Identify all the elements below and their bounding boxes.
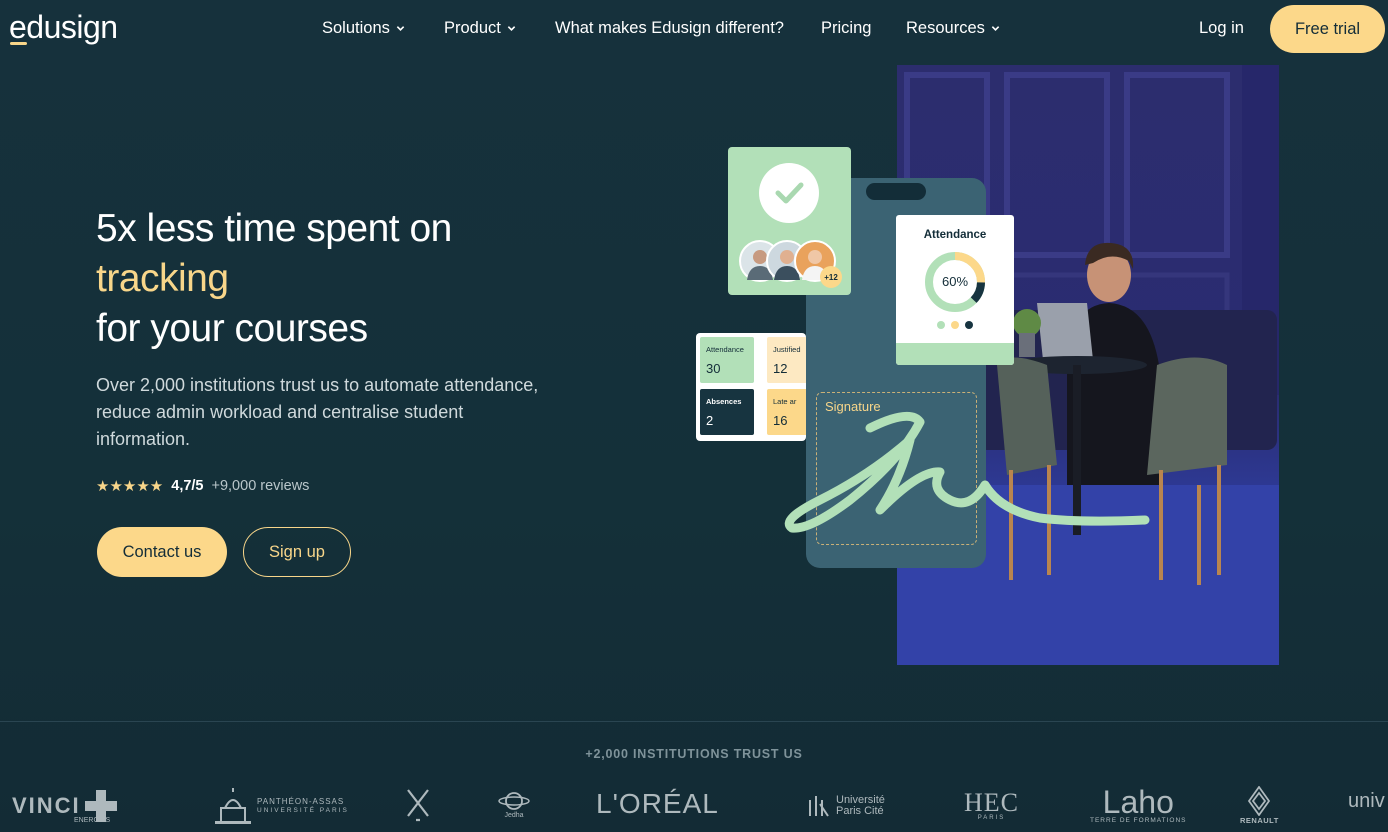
logo-laho: Laho TERRE DE FORMATIONS	[1090, 784, 1187, 824]
nav-different-label: What makes Edusign different?	[555, 19, 784, 37]
logo-hec: HEC PARIS	[964, 788, 1019, 821]
hero-title-accent: tracking	[96, 257, 229, 300]
nav-solutions[interactable]: Solutions	[322, 19, 405, 38]
checkmark-icon	[775, 182, 804, 204]
donut-percent-label: 60%	[942, 274, 968, 289]
free-trial-button[interactable]: Free trial	[1270, 5, 1385, 53]
chevron-down-icon	[991, 26, 1000, 31]
nav-different[interactable]: What makes Edusign different?	[555, 19, 784, 38]
contact-us-button[interactable]: Contact us	[97, 527, 227, 577]
university-emblem-icon	[809, 796, 829, 817]
attendance-card: Attendance 60%	[896, 215, 1014, 365]
stat-justified: Justified 12	[767, 337, 806, 383]
logo-accent	[10, 42, 27, 45]
stat-label: Attendance	[706, 345, 744, 354]
legend-dot	[937, 321, 945, 329]
logo-jedha: Jedha	[498, 790, 530, 819]
stat-label: Justified	[773, 345, 801, 354]
chevron-down-icon	[396, 26, 405, 31]
star-rating-icon: ★★★★★	[96, 478, 164, 495]
check-icon	[759, 163, 819, 223]
stat-attendance: Attendance 30	[700, 337, 754, 383]
crossed-swords-icon	[407, 789, 429, 822]
rating-row: ★★★★★ 4,7/5 +9,000 reviews	[96, 477, 309, 495]
section-divider	[0, 721, 1388, 722]
brand-logo[interactable]: edusign	[9, 9, 118, 46]
review-count: +9,000 reviews	[211, 478, 310, 494]
nav-product[interactable]: Product	[444, 19, 516, 38]
page: edusign Solutions Product What makes Edu…	[0, 0, 1388, 832]
logo-universite-paris-cite: Université Paris Cité	[806, 794, 885, 818]
logo-vinci: VINCI ENERGIES	[12, 790, 117, 824]
hero-subtitle: Over 2,000 institutions trust us to auto…	[96, 375, 539, 449]
stat-label: Absences	[706, 397, 742, 406]
trust-title: +2,000 INSTITUTIONS TRUST US	[585, 747, 803, 761]
legend-dot	[965, 321, 973, 329]
stat-value: 12	[773, 361, 788, 376]
nav-pricing-label: Pricing	[821, 19, 872, 37]
logo-pantheon-assas: PANTHÉON-ASSAS UNIVERSITÉ PARIS	[213, 788, 349, 824]
chevron-down-icon	[507, 26, 516, 31]
nav-resources[interactable]: Resources	[906, 19, 1000, 38]
rating-score: 4,7/5	[171, 478, 204, 494]
stat-value: 2	[706, 413, 714, 428]
stat-absences: Absences 2	[700, 389, 754, 435]
logo-loreal: L'ORÉAL	[596, 788, 719, 819]
dome-icon	[215, 788, 251, 824]
hero-title-line1: 5x less time spent on	[96, 207, 452, 250]
nav-product-label: Product	[444, 19, 501, 37]
signature-stroke	[784, 411, 1150, 533]
nav-pricing[interactable]: Pricing	[821, 19, 871, 38]
planet-icon	[498, 792, 530, 810]
legend-dot	[951, 321, 959, 329]
more-avatars-badge: +12	[820, 266, 842, 288]
attendance-card-title: Attendance	[923, 229, 987, 241]
hero-title: 5x less time spent on tracking for your …	[96, 204, 452, 354]
stat-value: 30	[706, 361, 721, 376]
logo-renault: RENAULT	[1240, 786, 1279, 825]
nav-solutions-label: Solutions	[322, 19, 390, 37]
logo-crossed-swords	[404, 786, 432, 822]
nav-resources-label: Resources	[906, 19, 985, 37]
login-link[interactable]: Log in	[1199, 19, 1244, 38]
top-nav: edusign Solutions Product What makes Edu…	[0, 0, 1388, 58]
sign-up-button[interactable]: Sign up	[243, 527, 351, 577]
hero-title-line3: for your courses	[96, 307, 368, 350]
renault-diamond-icon	[1248, 786, 1271, 816]
attendance-donut-chart: 60%	[925, 252, 985, 312]
logo-universite-partial: univ	[1348, 790, 1385, 812]
attendance-card-footer	[896, 343, 1014, 365]
phone-notch	[866, 183, 926, 200]
